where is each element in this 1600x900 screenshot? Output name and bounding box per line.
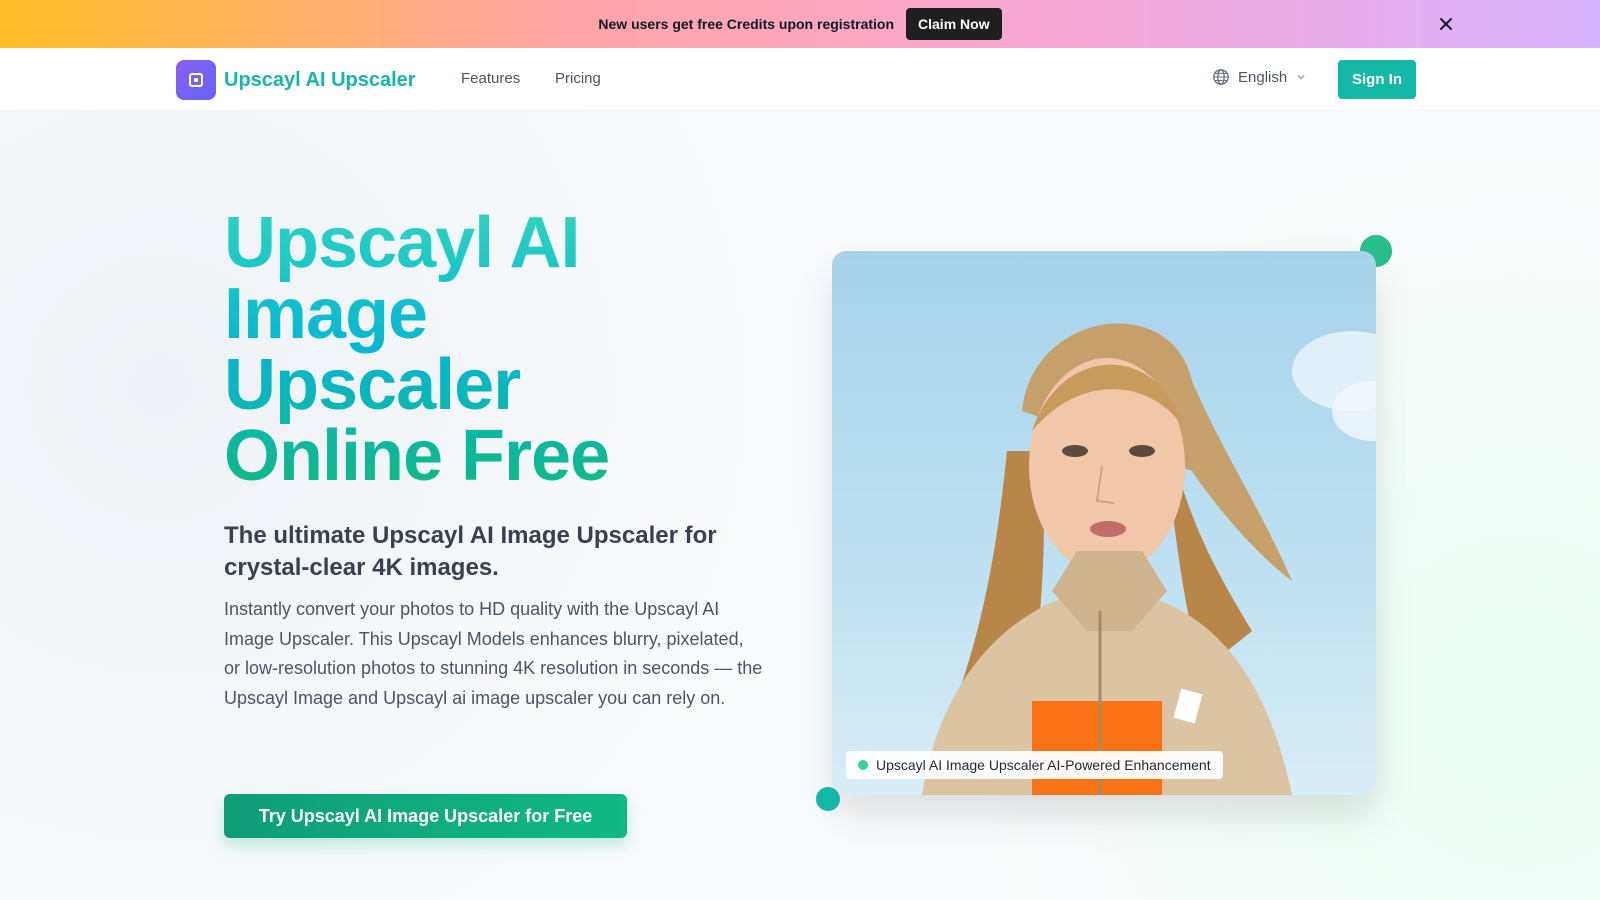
language-label: English bbox=[1238, 68, 1288, 86]
status-dot-icon bbox=[858, 760, 868, 770]
image-caption-badge: Upscayl AI Image Upscaler AI-Powered Enh… bbox=[846, 751, 1223, 779]
nav-link-pricing[interactable]: Pricing bbox=[555, 70, 601, 87]
chevron-down-icon bbox=[1297, 74, 1305, 80]
claim-now-button[interactable]: Claim Now bbox=[906, 8, 1002, 40]
logo-icon bbox=[176, 60, 216, 100]
promo-banner: New users get free Credits upon registra… bbox=[0, 0, 1600, 48]
hero-image: Upscayl AI Image Upscaler AI-Powered Enh… bbox=[832, 251, 1376, 795]
image-caption: Upscayl AI Image Upscaler AI-Powered Enh… bbox=[876, 757, 1211, 773]
top-navigation: Upscayl AI Upscaler Features Pricing Eng… bbox=[0, 48, 1600, 111]
hero-title-line: Upscaler bbox=[224, 345, 521, 425]
hero-subtitle: The ultimate Upscayl AI Image Upscaler f… bbox=[224, 522, 717, 581]
portrait-illustration bbox=[922, 323, 1376, 795]
sign-in-button[interactable]: Sign In bbox=[1338, 60, 1416, 99]
decorative-dot bbox=[816, 787, 840, 811]
hero-title-line: Online Free bbox=[224, 416, 610, 496]
brand-logo[interactable]: Upscayl AI Upscaler bbox=[176, 60, 416, 100]
hero-title-line: Upscayl AI bbox=[224, 203, 580, 283]
hero-description: Instantly convert your photos to HD qual… bbox=[224, 599, 763, 708]
promo-text: New users get free Credits upon registra… bbox=[598, 16, 895, 32]
close-icon[interactable] bbox=[1434, 12, 1458, 36]
nav-link-features[interactable]: Features bbox=[461, 70, 520, 87]
try-free-button[interactable]: Try Upscayl AI Image Upscaler for Free bbox=[224, 794, 627, 838]
brand-name: Upscayl AI Upscaler bbox=[224, 68, 416, 91]
hero-title: Upscayl AI Image Upscaler Online Free bbox=[224, 208, 784, 492]
language-selector[interactable]: English bbox=[1212, 68, 1307, 86]
globe-icon bbox=[1213, 69, 1229, 85]
hero-title-line: Image bbox=[224, 274, 428, 354]
hero-section: Upscayl AI Image Upscaler Online Free Th… bbox=[0, 111, 1600, 900]
